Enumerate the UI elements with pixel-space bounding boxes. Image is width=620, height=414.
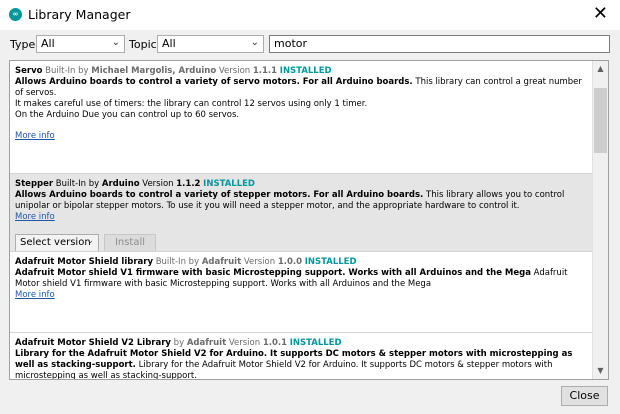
close-icon[interactable]: ✕ [593,5,608,23]
more-info-link[interactable]: More info [15,131,55,142]
library-author: Michael Margolis, Arduino [91,66,217,76]
scroll-up-icon[interactable]: ▲ [593,61,608,77]
library-builtin: Built-In [155,257,186,267]
topic-select[interactable]: All ⌄ [157,35,264,53]
library-by: by [88,179,100,189]
library-extra-line: It makes careful use of timers: the libr… [15,99,368,109]
type-select[interactable]: All ⌄ [36,35,125,53]
type-select-value: All [41,37,55,50]
select-version-dropdown[interactable]: Select version ⌄ [15,234,99,251]
library-item-stepper[interactable]: Stepper Built-In by Arduino Version 1.1.… [10,174,593,251]
library-name: Adafruit Motor Shield library [15,257,154,267]
library-extra-line: On the Arduino Due you can control up to… [15,110,240,120]
library-list[interactable]: Servo Built-In by Michael Margolis, Ardu… [9,60,609,380]
installed-badge: INSTALLED [279,66,332,76]
library-version-word: Version [218,66,251,76]
filter-bar: Type All ⌄ Topic All ⌄ motor [0,30,620,58]
library-version: 1.0.1 [262,338,288,348]
window-title: Library Manager [28,7,131,22]
library-summary: Adafruit Motor shield V1 firmware with b… [15,268,531,278]
more-info-link[interactable]: More info [15,290,55,301]
library-version-word: Version [142,179,174,189]
select-version-label: Select version [20,237,91,248]
chevron-down-icon: ⌄ [250,37,259,48]
more-info-link[interactable]: More info [15,212,55,223]
type-label: Type [10,38,36,51]
scroll-down-icon[interactable]: ▼ [593,363,608,379]
library-item-adafruit-motor-shield[interactable]: Adafruit Motor Shield library Built-In b… [10,252,593,332]
library-version: 1.1.2 [176,179,201,189]
library-version: 1.0.0 [277,257,303,267]
library-by: by [78,66,89,76]
library-by: by [173,338,185,348]
arduino-icon: ∞ [9,8,22,21]
library-summary: Allows Arduino boards to control a varie… [15,77,413,87]
library-version: 1.1.1 [252,66,278,76]
search-input[interactable]: motor [269,35,610,53]
library-author: Adafruit [201,257,242,267]
installed-badge: INSTALLED [203,179,255,189]
library-summary: Allows Arduino boards to control a varie… [15,190,424,200]
library-name: Stepper [15,179,54,189]
library-version-word: Version [243,257,276,267]
library-item-servo[interactable]: Servo Built-In by Michael Margolis, Ardu… [10,61,593,173]
installed-badge: INSTALLED [289,338,342,348]
installed-badge: INSTALLED [304,257,357,267]
topic-label: Topic [129,38,157,51]
vertical-scrollbar[interactable]: ▲ ▼ [592,61,608,379]
library-item-adafruit-motor-shield-v2[interactable]: Adafruit Motor Shield V2 Library by Adaf… [10,333,593,379]
chevron-down-icon: ⌄ [86,236,94,246]
title-bar: ∞ Library Manager ✕ [0,0,620,30]
chevron-down-icon: ⌄ [111,37,120,48]
library-name: Adafruit Motor Shield V2 Library [15,338,171,348]
library-by: by [188,257,200,267]
library-builtin: Built-In [55,179,87,189]
library-author: Arduino [101,179,140,189]
library-author: Adafruit [186,338,227,348]
library-builtin: Built-In [45,66,76,76]
library-name: Servo [15,66,43,76]
install-button[interactable]: Install [104,234,156,251]
close-button[interactable]: Close [561,386,608,406]
topic-select-value: All [162,37,176,50]
library-version-word: Version [228,338,261,348]
scrollbar-thumb[interactable] [594,88,607,153]
